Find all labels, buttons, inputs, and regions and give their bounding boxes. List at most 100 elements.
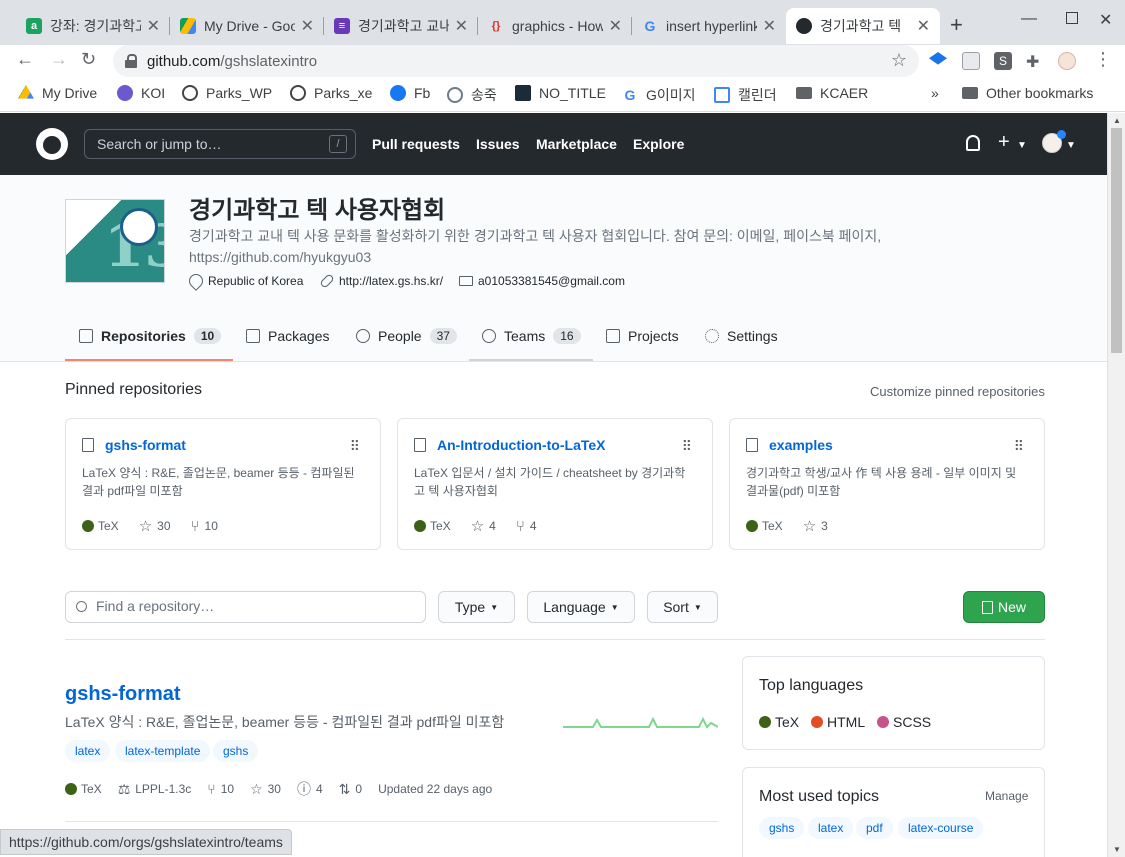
close-icon[interactable]: ✕ [609, 16, 622, 36]
new-repository-button[interactable]: New [963, 591, 1045, 623]
browser-tab[interactable]: {} graphics - How ✕ [478, 8, 632, 44]
pull-requests-link[interactable]: ⇅ 0 [339, 781, 362, 798]
extension-s-icon[interactable]: S [994, 52, 1012, 70]
puzzle-icon[interactable]: ✚ [1026, 52, 1044, 71]
tab-repositories[interactable]: Repositories 10 [79, 328, 222, 344]
language-item[interactable]: HTML [811, 714, 865, 730]
bookmark-item[interactable]: Parks_WP [182, 85, 272, 101]
bookmark-item[interactable]: KCAER [796, 85, 868, 101]
new-tab-icon[interactable]: + [950, 12, 963, 38]
scroll-thumb[interactable] [1111, 128, 1122, 353]
bookmark-item[interactable]: My Drive [18, 85, 97, 101]
bookmark-star-icon[interactable]: ☆ [891, 50, 907, 71]
find-repository-input[interactable]: Find a repository… [65, 591, 426, 623]
browser-tab[interactable]: My Drive - Google ✕ [170, 8, 324, 44]
bell-icon[interactable] [966, 135, 980, 151]
forward-icon[interactable]: → [50, 49, 68, 70]
tab-people[interactable]: People 37 [356, 328, 457, 344]
topic-tag[interactable]: latex [808, 817, 854, 839]
org-description-link[interactable]: https://github.com/hyukgyu03 [189, 249, 371, 265]
extension-icon[interactable] [929, 52, 947, 65]
scroll-up-icon[interactable]: ▲ [1113, 116, 1121, 125]
topic-tag[interactable]: gshs [759, 817, 805, 839]
type-filter-button[interactable]: Type ▼ [438, 591, 515, 623]
nav-explore[interactable]: Explore [633, 136, 684, 152]
stars-link[interactable]: ☆ 3 [803, 517, 828, 535]
forks-link[interactable]: ⑂ 10 [191, 518, 218, 535]
reload-icon[interactable]: ↻ [81, 49, 96, 70]
browser-tab[interactable]: a 강좌: 경기과학고 ✕ [16, 8, 170, 44]
browser-tab[interactable]: ≡ 경기과학고 교내 ✕ [324, 8, 478, 44]
website-text[interactable]: http://latex.gs.hs.kr/ [339, 274, 443, 288]
stars-link[interactable]: ☆ 30 [250, 781, 281, 798]
close-icon[interactable]: ✕ [301, 16, 314, 36]
repo-name-link[interactable]: gshs-format [65, 683, 181, 706]
topic-tag[interactable]: gshs [213, 740, 259, 762]
customize-pins-link[interactable]: Customize pinned repositories [870, 384, 1045, 399]
drag-grip-icon[interactable]: ⠿ [682, 438, 692, 455]
github-logo-icon[interactable] [36, 128, 68, 160]
org-website[interactable]: http://latex.gs.hs.kr/ [319, 273, 443, 289]
drag-grip-icon[interactable]: ⠿ [1014, 438, 1024, 455]
pinned-repo-name[interactable]: examples [769, 437, 833, 453]
extension-icon[interactable] [962, 52, 980, 70]
pinned-repo-card: gshs-format ⠿ LaTeX 양식 : R&E, 졸업논문, beam… [65, 418, 381, 550]
email-text[interactable]: a01053381545@gmail.com [478, 274, 625, 288]
lock-icon[interactable] [125, 54, 137, 68]
issues-link[interactable]: ⓘ 4 [297, 779, 323, 799]
sort-button[interactable]: Sort ▼ [647, 591, 718, 623]
forks-link[interactable]: ⑂ 10 [207, 781, 234, 797]
bookmark-item[interactable]: G G이미지 [622, 85, 696, 105]
close-icon[interactable]: ✕ [455, 16, 468, 36]
tab-teams[interactable]: Teams 16 [482, 328, 581, 344]
forks-link[interactable]: ⑂ 4 [516, 518, 537, 535]
bookmark-item[interactable]: 송죽 [447, 85, 497, 105]
search-input[interactable]: Search or jump to… / [84, 129, 356, 159]
drag-grip-icon[interactable]: ⠿ [350, 438, 360, 455]
topic-tag[interactable]: latex [65, 740, 111, 762]
profile-avatar[interactable] [1058, 52, 1076, 70]
org-email[interactable]: a01053381545@gmail.com [459, 274, 625, 288]
bookmark-item[interactable]: NO_TITLE [515, 85, 606, 101]
close-icon[interactable]: ✕ [763, 16, 776, 36]
bookmark-item[interactable]: Fb [390, 85, 430, 101]
star-icon: ☆ [250, 780, 263, 797]
topic-tag[interactable]: latex-course [898, 817, 984, 839]
tab-settings[interactable]: Settings [705, 328, 778, 344]
manage-topics-link[interactable]: Manage [985, 789, 1028, 803]
hover-tab-indicator [469, 359, 593, 361]
tab-packages[interactable]: Packages [246, 328, 329, 344]
close-icon[interactable]: ✕ [147, 16, 160, 36]
nav-marketplace[interactable]: Marketplace [536, 136, 617, 152]
stars-link[interactable]: ☆ 30 [139, 517, 171, 535]
bookmark-item[interactable]: Parks_xe [290, 85, 372, 101]
stars-link[interactable]: ☆ 4 [471, 517, 496, 535]
bookmark-item[interactable]: 캘린더 [714, 85, 777, 105]
bookmark-item[interactable]: KOI [117, 85, 165, 101]
other-bookmarks[interactable]: Other bookmarks [962, 85, 1093, 101]
window-close-icon[interactable]: ✕ [1099, 10, 1112, 30]
back-icon[interactable]: ← [16, 49, 34, 70]
nav-issues[interactable]: Issues [476, 136, 520, 152]
plus-icon[interactable]: + [998, 131, 1010, 154]
minimize-icon[interactable]: — [1021, 10, 1037, 28]
menu-dots-icon[interactable]: ⋮ [1094, 49, 1112, 70]
language-item[interactable]: TeX [759, 714, 799, 730]
address-bar[interactable]: github.com/gshslatexintro ☆ [113, 45, 919, 77]
tab-projects[interactable]: Projects [606, 328, 679, 344]
pinned-repo-name[interactable]: An-Introduction-to-LaTeX [437, 437, 606, 453]
language-item[interactable]: SCSS [877, 714, 931, 730]
close-icon[interactable]: ✕ [917, 16, 930, 36]
scroll-down-icon[interactable]: ▼ [1113, 845, 1121, 854]
bookmarks-overflow[interactable]: » [931, 85, 939, 101]
language-filter-button[interactable]: Language ▼ [527, 591, 635, 623]
nav-pull-requests[interactable]: Pull requests [372, 136, 460, 152]
topic-tag[interactable]: latex-template [115, 740, 211, 762]
page-scrollbar[interactable]: ▲ ▼ [1107, 113, 1125, 857]
browser-tab-active[interactable]: 경기과학고 텍 ✕ [786, 8, 940, 44]
topic-tag[interactable]: pdf [856, 817, 893, 839]
browser-tab[interactable]: G insert hyperlink ✕ [632, 8, 786, 44]
license-link[interactable]: ⚖ LPPL-1.3c [118, 781, 192, 798]
maximize-icon[interactable] [1066, 12, 1078, 24]
pinned-repo-name[interactable]: gshs-format [105, 437, 186, 453]
